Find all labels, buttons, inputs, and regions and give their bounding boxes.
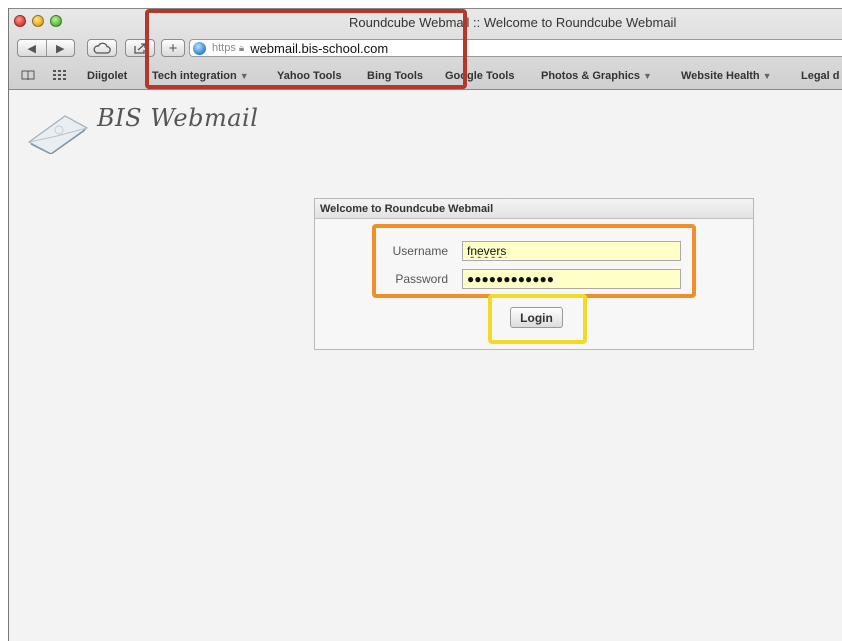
share-button[interactable] xyxy=(125,39,155,57)
chevron-down-icon: ▼ xyxy=(239,71,249,81)
password-row: Password xyxy=(315,269,753,289)
bookmark-google-tools[interactable]: Google Tools xyxy=(445,70,514,82)
login-form: Welcome to Roundcube Webmail Username Pa… xyxy=(314,198,754,350)
back-forward-buttons: ◀ ▶ xyxy=(17,39,75,57)
lock-icon: 🔒︎ xyxy=(238,42,245,54)
bookmark-tech-integration[interactable]: Tech integration ▼ xyxy=(152,70,249,82)
browser-chrome: Roundcube Webmail :: Welcome to Roundcub… xyxy=(9,9,842,90)
browser-toolbar: ◀ ▶ + https 🔒︎ webmail.bis-school.com xyxy=(9,37,842,61)
chevron-down-icon: ▼ xyxy=(762,71,772,81)
username-row: Username xyxy=(315,241,753,261)
browser-window: Roundcube Webmail :: Welcome to Roundcub… xyxy=(8,8,842,641)
add-bookmark-button[interactable]: + xyxy=(161,39,185,57)
username-label: Username xyxy=(392,244,448,258)
password-input[interactable] xyxy=(462,269,681,289)
bookmark-website-health[interactable]: Website Health ▼ xyxy=(681,70,772,82)
login-form-heading: Welcome to Roundcube Webmail xyxy=(315,199,753,219)
login-button[interactable]: Login xyxy=(510,307,563,328)
bookmark-legal[interactable]: Legal d xyxy=(801,70,840,82)
bookmark-bing-tools[interactable]: Bing Tools xyxy=(367,70,423,82)
share-icon xyxy=(134,43,146,54)
bookmark-photos-graphics[interactable]: Photos & Graphics ▼ xyxy=(541,70,652,82)
reading-list-icon[interactable] xyxy=(21,70,35,84)
bookmark-diigolet[interactable]: Diigolet xyxy=(87,70,127,82)
minimize-window-icon[interactable] xyxy=(32,15,44,27)
top-sites-grid-icon[interactable] xyxy=(53,70,67,84)
password-label: Password xyxy=(395,272,448,286)
bookmarks-bar: Diigolet Tech integration ▼ Yahoo Tools B… xyxy=(9,65,842,87)
plus-icon: + xyxy=(168,39,178,57)
cloud-icon xyxy=(93,42,111,54)
username-input[interactable] xyxy=(462,241,681,261)
url-scheme: https xyxy=(212,42,236,54)
chevron-down-icon: ▼ xyxy=(643,71,652,81)
forward-arrow-icon[interactable]: ▶ xyxy=(47,42,75,55)
site-logo-text: BIS Webmail xyxy=(97,104,259,132)
envelope-logo-icon xyxy=(27,114,89,159)
site-favicon-icon xyxy=(193,41,206,55)
icloud-tabs-button[interactable] xyxy=(87,39,117,57)
zoom-window-icon[interactable] xyxy=(50,15,62,27)
address-bar[interactable]: https 🔒︎ webmail.bis-school.com xyxy=(189,39,842,57)
close-window-icon[interactable] xyxy=(14,15,26,27)
window-title: Roundcube Webmail :: Welcome to Roundcub… xyxy=(349,15,677,30)
title-bar: Roundcube Webmail :: Welcome to Roundcub… xyxy=(9,9,842,35)
webpage-content: BIS Webmail Welcome to Roundcube Webmail… xyxy=(9,90,842,641)
url-text[interactable]: webmail.bis-school.com xyxy=(250,41,388,56)
back-arrow-icon[interactable]: ◀ xyxy=(18,42,46,55)
bookmark-yahoo-tools[interactable]: Yahoo Tools xyxy=(277,70,342,82)
